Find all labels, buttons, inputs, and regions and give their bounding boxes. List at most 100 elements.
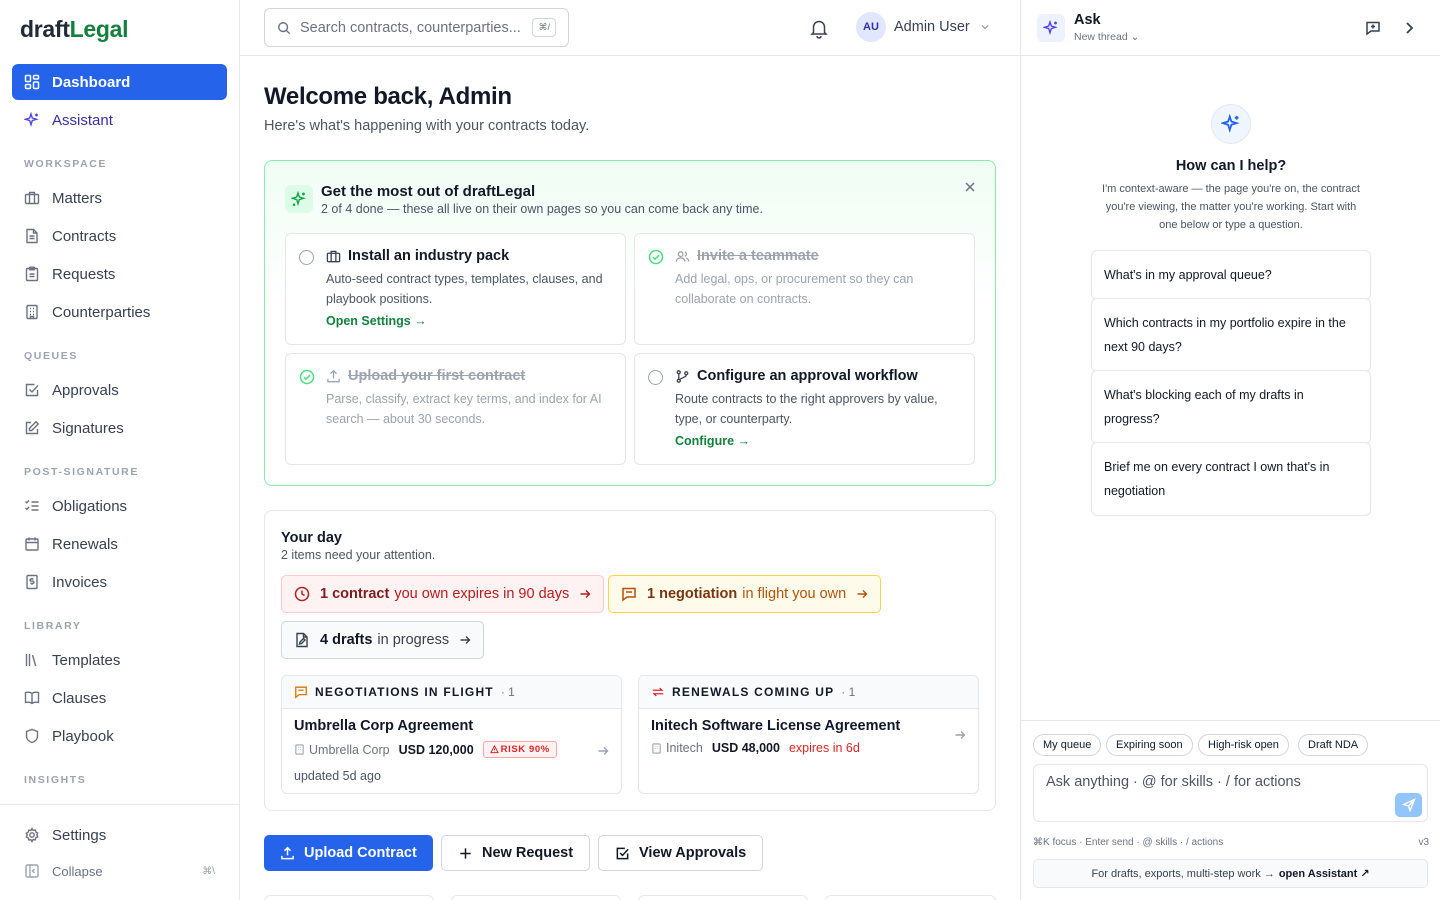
sidebar-item-label: Renewals [52, 535, 118, 553]
collapse-sidebar-button[interactable]: Collapse ⌘\ [12, 853, 227, 889]
contract-name: Umbrella Corp Agreement [294, 718, 474, 734]
quick-chip[interactable]: Expiring soon [1106, 734, 1193, 756]
onboarding-panel: Get the most out of draftLegal 2 of 4 do… [264, 160, 996, 486]
sidebar-item-contracts[interactable]: Contracts [12, 218, 227, 254]
sidebar: draftLegal Dashboard Assistant WORKSPACE… [0, 0, 240, 900]
building-icon [652, 742, 661, 754]
chip-count: 4 drafts [320, 632, 373, 648]
sidebar-item-clauses[interactable]: Clauses [12, 680, 227, 716]
sidebar-item-renewals[interactable]: Renewals [12, 526, 227, 562]
chip-count: 1 negotiation [647, 586, 738, 602]
send-icon [1401, 798, 1416, 812]
chevron-right-icon[interactable] [1401, 20, 1417, 36]
thread-selector[interactable]: New thread ⌄ [1074, 31, 1139, 43]
suggestion-button[interactable]: What's blocking each of my drafts in pro… [1091, 370, 1371, 444]
arrow-right-icon [580, 590, 591, 598]
building-icon [295, 744, 304, 755]
suggestion-button[interactable]: What's in my approval queue? [1091, 250, 1371, 300]
section-title-workspace: WORKSPACE [24, 158, 108, 170]
sidebar-item-label: Signatures [52, 419, 124, 437]
negotiations-panel: NEGOTIATIONS IN FLIGHT · 1 Umbrella Corp… [281, 675, 622, 794]
counterparty: Umbrella Corp [309, 742, 390, 757]
sidebar-item-playbook[interactable]: Playbook [12, 718, 227, 754]
user-menu[interactable]: AU Admin User [856, 12, 990, 42]
top-header: Search contracts, counterparties... ⌘/ A… [240, 0, 1020, 56]
suggestion-button[interactable]: Which contracts in my portfolio expire i… [1091, 298, 1371, 372]
arrow-right-icon [460, 636, 471, 644]
sidebar-item-label: Obligations [52, 497, 128, 515]
chip-count: 1 contract [320, 586, 390, 602]
keyboard-hint: ⌘K focus · Enter send · @ skills · / act… [1033, 837, 1224, 848]
sidebar-item-label: Playbook [52, 727, 114, 745]
sidebar-item-settings[interactable]: Settings [12, 817, 227, 853]
sidebar-item-templates[interactable]: Templates [12, 642, 227, 678]
configure-link[interactable]: Configure → [675, 434, 750, 448]
suggestion-button[interactable]: Brief me on every contract I own that's … [1091, 442, 1371, 516]
sidebar-item-label: Invoices [52, 573, 108, 591]
arrow-right-icon [598, 747, 609, 755]
step-title: Configure an approval workflow [697, 368, 918, 384]
step-title: Invite a teammate [697, 248, 819, 264]
view-approvals-button[interactable]: View Approvals [598, 835, 764, 871]
close-icon[interactable] [963, 180, 977, 194]
refresh-icon [652, 687, 664, 697]
upload-contract-button[interactable]: Upload Contract [264, 835, 433, 871]
ask-placeholder: Ask anything · @ for skills · / for acti… [1046, 774, 1301, 790]
new-request-button[interactable]: New Request [441, 835, 591, 871]
gear-icon [25, 827, 39, 843]
open-settings-link[interactable]: Open Settings → [326, 314, 427, 328]
search-shortcut: ⌘/ [532, 18, 556, 37]
brand-logo[interactable]: draftLegal [20, 16, 129, 43]
sparkle-icon [285, 185, 313, 213]
open-assistant-link[interactable]: For drafts, exports, multi-step work → op… [1033, 859, 1428, 888]
quick-chip[interactable]: My queue [1033, 734, 1102, 756]
sidebar-item-dashboard[interactable]: Dashboard [12, 64, 227, 100]
sidebar-item-obligations[interactable]: Obligations [12, 488, 227, 524]
assistant-panel: Ask New thread ⌄ How can I help? I'm con… [1020, 0, 1440, 900]
clipboard-icon [25, 266, 39, 282]
contract-value: USD 120,000 [398, 742, 474, 757]
git-branch-icon [676, 370, 689, 383]
page-subtitle: Here's what's happening with your contra… [264, 118, 590, 134]
new-chat-icon[interactable] [1365, 20, 1381, 36]
chip-text: in flight you own [742, 586, 847, 602]
step-radio[interactable] [648, 370, 663, 385]
quick-chip[interactable]: Draft NDA [1298, 734, 1369, 756]
quick-chip[interactable]: High-risk open [1198, 734, 1289, 756]
sidebar-item-label: Requests [52, 265, 116, 283]
chip-text: in progress [377, 632, 450, 648]
onboarding-card-industry-pack[interactable]: Install an industry pack Auto-seed contr… [285, 233, 626, 345]
drafts-chip[interactable]: 4 drafts in progress [281, 621, 485, 659]
sidebar-item-assistant[interactable]: Assistant [12, 102, 227, 138]
step-radio[interactable] [299, 250, 314, 265]
search-input[interactable]: Search contracts, counterparties... ⌘/ [264, 8, 569, 47]
send-button[interactable] [1395, 793, 1422, 817]
sidebar-item-requests[interactable]: Requests [12, 256, 227, 292]
list-check-icon [25, 500, 39, 511]
onboarding-title: Get the most out of draftLegal [321, 183, 536, 200]
onboarding-card-upload[interactable]: Upload your first contract Parse, classi… [285, 353, 626, 465]
check-square-icon [616, 847, 629, 859]
onboarding-card-approval-workflow[interactable]: Configure an approval workflow Route con… [634, 353, 975, 465]
briefcase-icon [24, 191, 40, 205]
step-description: Parse, classify, extract key terms, and … [326, 392, 602, 426]
arrow-right-icon [955, 731, 966, 739]
bell-icon[interactable] [808, 17, 830, 39]
sidebar-item-label: Approvals [52, 381, 119, 399]
sidebar-item-counterparties[interactable]: Counterparties [12, 294, 227, 330]
panel-title: NEGOTIATIONS IN FLIGHT [315, 685, 494, 699]
expiring-contracts-chip[interactable]: 1 contract you own expires in 90 days [281, 575, 605, 613]
version-label: v3 [1418, 837, 1429, 848]
ask-input[interactable]: Ask anything · @ for skills · / for acti… [1033, 764, 1428, 822]
composer-area: My queue Expiring soon High-risk open Dr… [1021, 720, 1440, 900]
sparkle-icon [24, 112, 39, 128]
sidebar-item-invoices[interactable]: Invoices [12, 564, 227, 600]
sidebar-item-signatures[interactable]: Signatures [12, 410, 227, 446]
sidebar-item-matters[interactable]: Matters [12, 180, 227, 216]
sidebar-item-approvals[interactable]: Approvals [12, 372, 227, 408]
help-title: How can I help? [1175, 158, 1287, 174]
plus-icon [460, 847, 471, 859]
onboarding-card-invite[interactable]: Invite a teammate Add legal, ops, or pro… [634, 233, 975, 345]
panel-count: · 1 [500, 685, 515, 699]
negotiations-chip[interactable]: 1 negotiation in flight you own [608, 575, 882, 613]
